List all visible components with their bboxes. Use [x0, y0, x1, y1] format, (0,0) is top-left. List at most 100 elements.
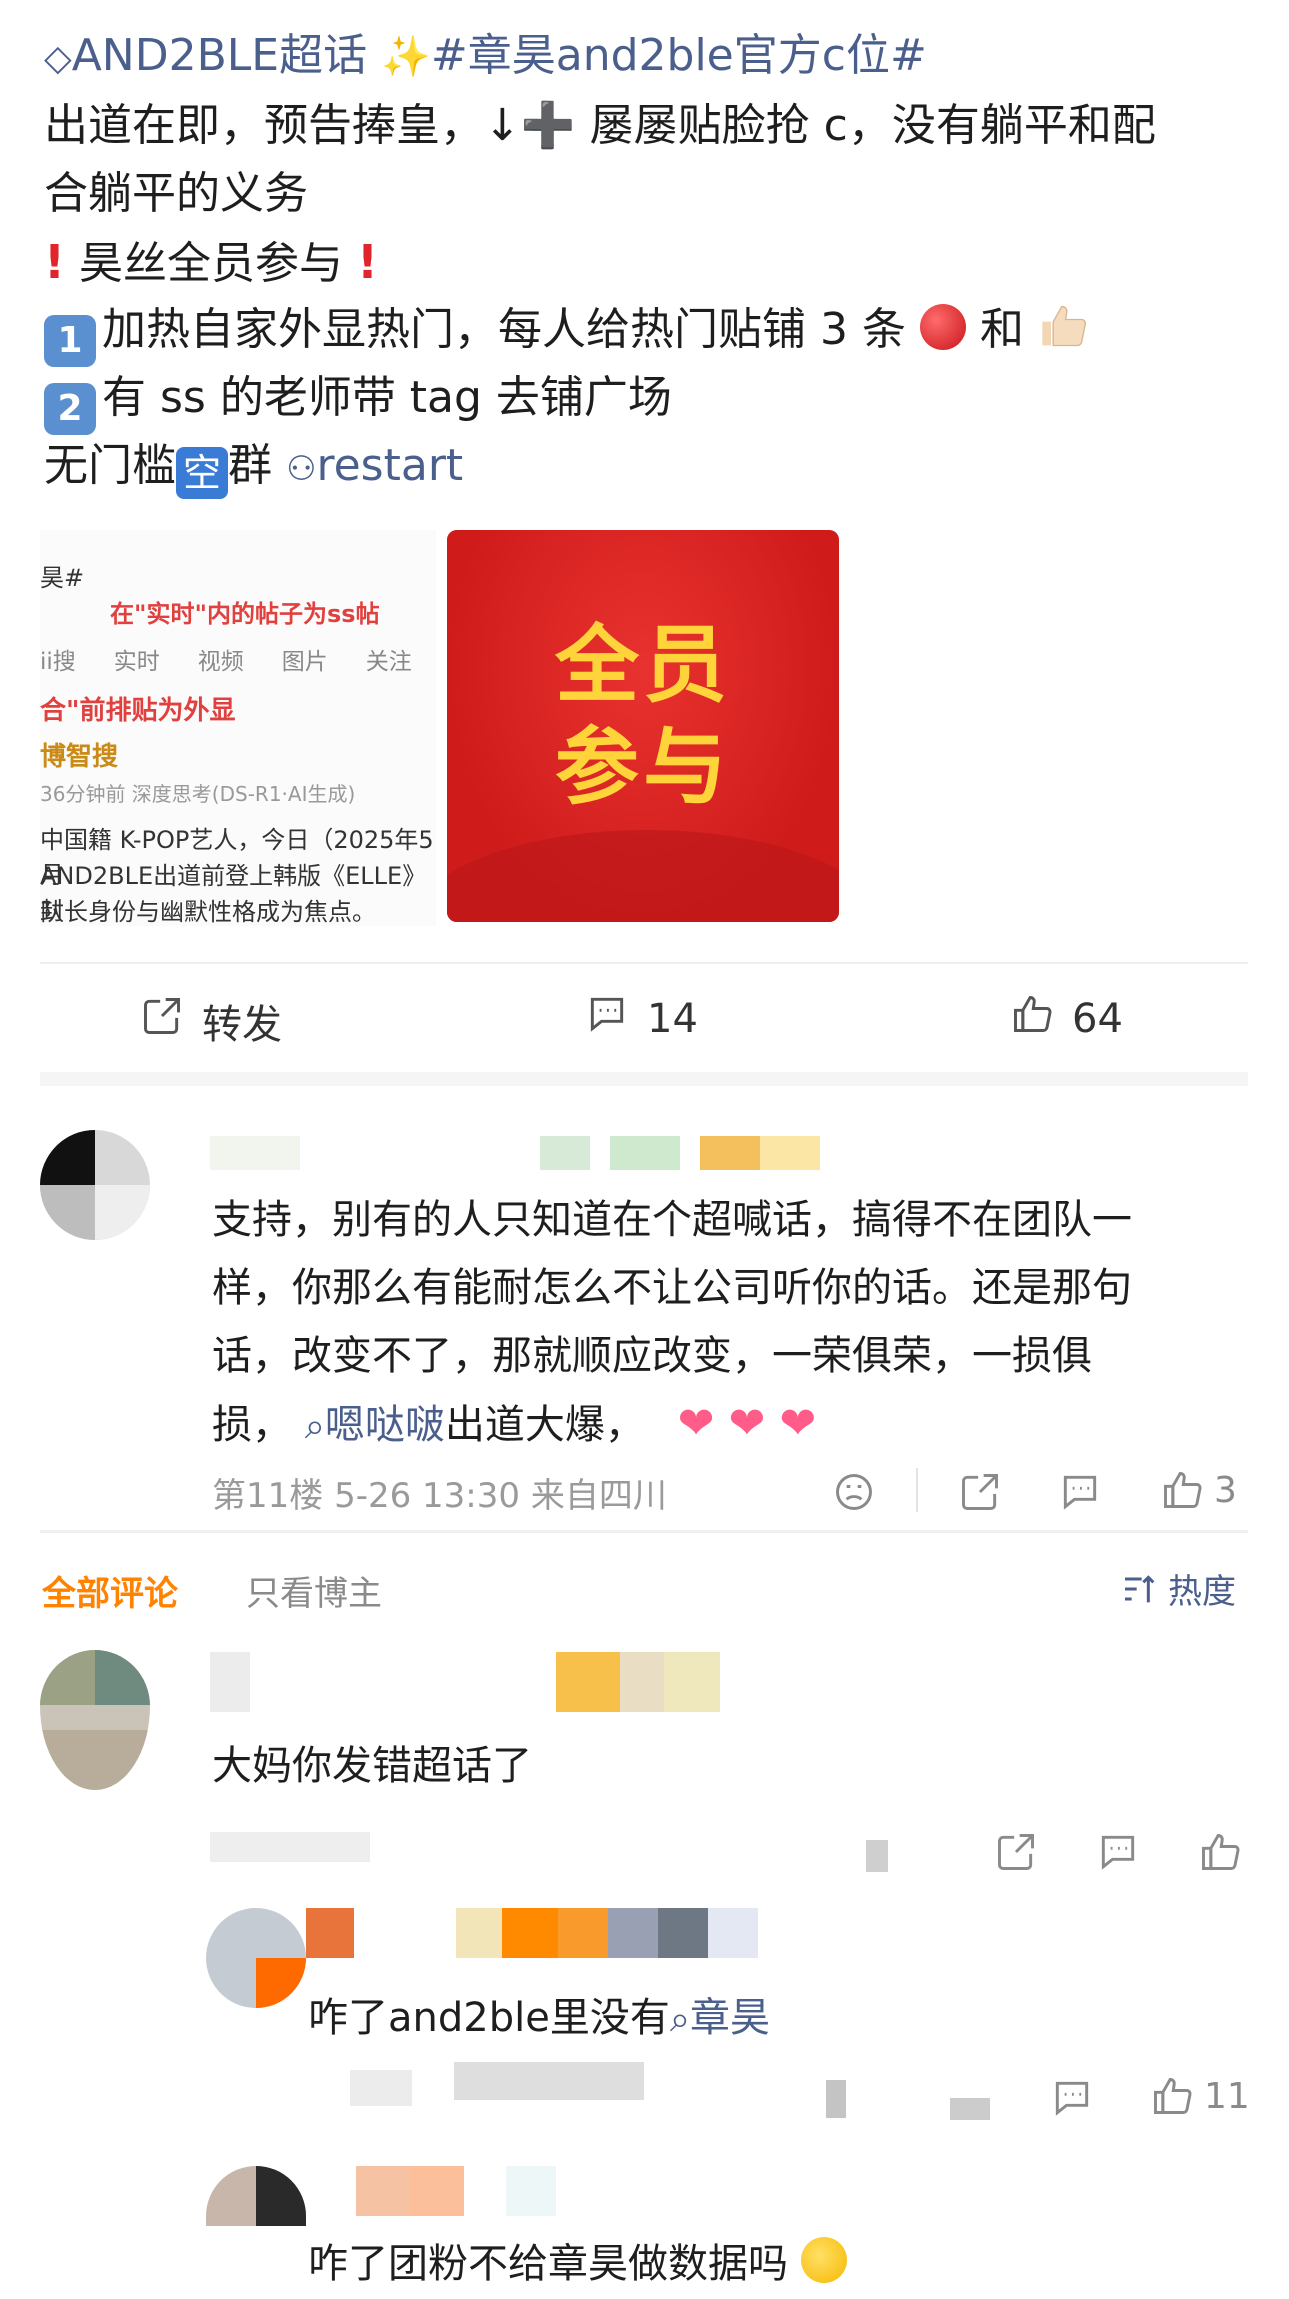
post-image-poster[interactable]: 全员 参与	[447, 530, 839, 922]
reply-icon[interactable]	[1096, 1830, 1140, 1878]
post-action-bar: 转发 14 64	[40, 962, 1248, 1074]
comment-like-button[interactable]: 3	[1160, 1468, 1237, 1512]
reply-like-count: 11	[1204, 2075, 1250, 2117]
avatar[interactable]	[206, 2166, 306, 2226]
thumbs-up-icon	[1164, 1472, 1202, 1508]
like-count: 64	[1072, 996, 1123, 1042]
comment-tabs: 全部评论 只看博主 热度	[40, 1560, 1248, 1620]
featured-comment-line-4: 损， ⌕嗯哒啵出道大爆， ❤ ❤ ❤	[212, 1390, 816, 1461]
screenshot-note: 合"前排贴为外显	[40, 696, 236, 726]
screenshot-tab: 实时	[113, 649, 160, 675]
screenshot-tab-hash: 昊#	[40, 564, 85, 592]
reply-text: 咋了and2ble里没有⌕章昊	[308, 1984, 770, 2054]
reply-text-body: 咋了团粉不给章昊做数据吗	[308, 2241, 788, 2287]
dislike-icon[interactable]	[826, 2080, 846, 2118]
avatar[interactable]	[40, 1650, 150, 1790]
post-image-screenshot[interactable]: 昊# 在"实时"内的帖子为ss帖 ii搜 实时 视频 图片 关注 合"前排贴为外…	[40, 530, 436, 926]
post-text-line-1: 出道在即，预告捧皇，↓➕ 屡屡贴脸抢 c，没有躺平和配	[44, 100, 1156, 151]
hashtag-link[interactable]: #章昊and2ble官方c位#	[431, 30, 927, 81]
reply-meta-blurred	[350, 2070, 412, 2106]
post-item-1: 1 加热自家外显热门，每人给热门贴铺 3 条 和	[44, 296, 1090, 372]
comment-text-post: 出道大爆，	[444, 1402, 645, 1448]
comment-text: 大妈你发错超话了	[212, 1743, 532, 1789]
search-icon: ⌕	[669, 1999, 690, 2040]
share-icon[interactable]	[994, 1830, 1038, 1878]
screenshot-caption: 在"实时"内的帖子为ss帖	[110, 600, 380, 628]
post-rally-line: ! 昊丝全员参与 !	[44, 228, 378, 298]
search-icon: ⌕	[304, 1406, 325, 1447]
like-icon[interactable]	[1198, 1830, 1242, 1878]
item-1-and: 和	[979, 304, 1024, 355]
screenshot-tab: ii搜	[40, 649, 76, 675]
post-topic-line[interactable]: ◇AND2BLE超话 ✨#章昊and2ble官方c位#	[44, 22, 927, 93]
super-topic-link[interactable]: AND2BLE超话	[72, 30, 367, 81]
reply-meta-blurred	[454, 2062, 644, 2100]
username-blurred[interactable]	[306, 2166, 726, 2216]
avatar[interactable]	[206, 1908, 306, 2008]
repost-icon	[140, 994, 184, 1048]
group-chat-icon: ⚇	[286, 449, 317, 489]
reply-text-pre: 咋了and2ble里没有	[308, 1995, 670, 2041]
screenshot-body-3: 队长身份与幽默性格成为焦点。	[40, 898, 376, 926]
item-1-text: 加热自家外显热门，每人给热门贴铺 3 条	[102, 304, 906, 355]
username-blurred[interactable]	[210, 1136, 850, 1172]
thumbs-up-icon	[1038, 300, 1090, 372]
featured-comment-line-3: 话，改变不了，那就顺应改变，一荣俱荣，一损俱	[212, 1333, 1092, 1379]
screenshot-time: 36分钟前 深度思考(DS-R1·AI生成)	[40, 782, 356, 806]
exclamation-icon: !	[356, 235, 378, 289]
screenshot-brand: 博智搜	[40, 742, 119, 772]
keycap-one-icon: 1	[44, 315, 96, 367]
reply-like-button[interactable]: 11	[1150, 2074, 1250, 2118]
laughing-icon	[800, 2237, 847, 2283]
comment-meta: 第11楼 5-26 13:30 来自四川	[212, 1476, 667, 1516]
group-chat-link[interactable]: restart	[316, 440, 463, 491]
exclamation-icon: !	[44, 235, 65, 289]
group-suffix: 群	[228, 440, 272, 491]
heart-hands-icon: ❤ ❤ ❤	[677, 1398, 817, 1449]
search-link[interactable]: 嗯哒啵	[325, 1402, 445, 1448]
dislike-icon[interactable]	[866, 1840, 888, 1872]
featured-comment-line-1: 支持，别有的人只知道在个超喊话，搞得不在团队一	[212, 1197, 1132, 1243]
like-button[interactable]: 64	[1010, 992, 1123, 1046]
comment-button[interactable]: 14	[585, 992, 698, 1046]
diamond-icon: ◇	[44, 38, 72, 79]
dislike-icon[interactable]	[832, 1470, 876, 1518]
sparkles-icon: ✨	[381, 34, 431, 80]
item-2-text: 有 ss 的老师带 tag 去铺广场	[102, 372, 672, 423]
like-icon	[1010, 992, 1054, 1046]
post-group-line: 无门槛空群 ⚇restart	[44, 432, 463, 503]
reply-icon[interactable]	[1050, 2076, 1094, 2124]
post-item-2: 2有 ss 的老师带 tag 去铺广场	[44, 364, 672, 435]
keycap-two-icon: 2	[44, 383, 96, 435]
screenshot-tabs: ii搜 实时 视频 图片 关注	[40, 642, 436, 676]
repost-button[interactable]: 转发	[140, 992, 282, 1050]
screenshot-tab: 图片	[281, 649, 328, 675]
reply-text: 咋了团粉不给章昊做数据吗	[308, 2230, 847, 2298]
tab-host-only[interactable]: 只看博主	[246, 1566, 382, 1615]
section-divider	[40, 1072, 1248, 1086]
meta-divider	[916, 1468, 918, 1512]
comment-count: 14	[647, 996, 698, 1042]
avatar[interactable]	[40, 1130, 150, 1240]
tab-all-comments[interactable]: 全部评论	[42, 1566, 178, 1615]
comment-icon	[585, 992, 629, 1046]
username-blurred[interactable]	[210, 1652, 730, 1712]
username-blurred[interactable]	[306, 1908, 786, 1958]
apple-icon	[919, 304, 966, 350]
reply-icon[interactable]	[1058, 1470, 1102, 1518]
section-divider	[40, 1530, 1248, 1533]
post-text-line-2: 合躺平的义务	[44, 168, 308, 219]
rally-text: 昊丝全员参与	[78, 238, 343, 289]
sort-icon	[1125, 1574, 1155, 1602]
screenshot-tab: 关注	[365, 649, 412, 675]
comment-like-count: 3	[1214, 1469, 1237, 1511]
search-link[interactable]: 章昊	[690, 1995, 770, 2041]
share-icon[interactable]	[950, 2098, 990, 2120]
share-icon[interactable]	[958, 1470, 1002, 1518]
sort-label: 热度	[1168, 1572, 1236, 1612]
featured-comment-line-2: 样，你那么有能耐怎么不让公司听你的话。还是那句	[212, 1265, 1132, 1311]
poster-line-2: 参与	[554, 718, 731, 816]
sort-hot-button[interactable]: 热度	[1120, 1564, 1236, 1613]
empty-badge-icon: 空	[176, 447, 228, 499]
thumbs-up-icon	[1154, 2078, 1192, 2114]
